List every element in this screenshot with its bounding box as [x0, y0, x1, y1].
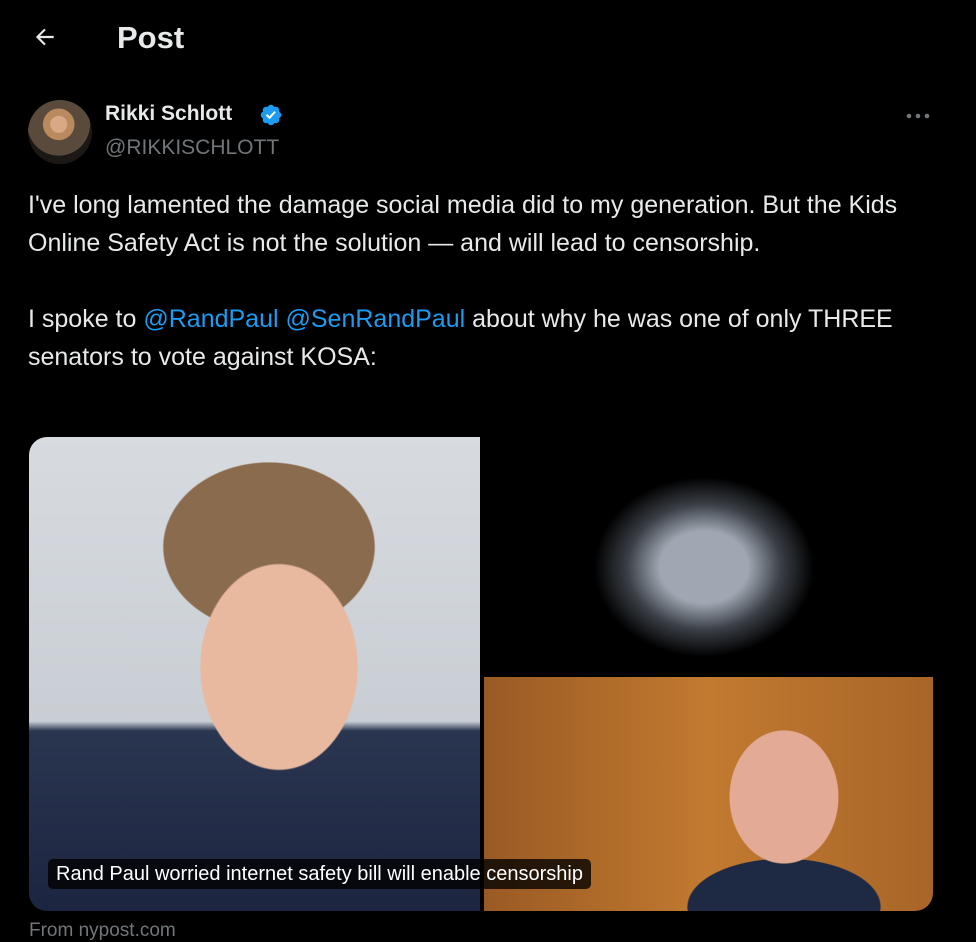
link-card-caption: Rand Paul worried internet safety bill w…	[48, 859, 591, 889]
avatar[interactable]	[28, 100, 92, 164]
link-card-media[interactable]: Rand Paul worried internet safety bill w…	[29, 437, 933, 911]
top-bar: Post	[0, 0, 976, 78]
page-title: Post	[117, 20, 185, 55]
mention-randpaul[interactable]: @RandPaul	[143, 305, 278, 333]
author-handle[interactable]: @RIKKISCHLOTT	[105, 136, 279, 160]
author-name[interactable]: Rikki Schlott	[105, 102, 232, 126]
photo-girl-with-phone	[484, 437, 933, 673]
more-options-button[interactable]	[898, 104, 938, 128]
text-segment: I spoke to	[28, 305, 144, 333]
text-segment	[279, 305, 286, 333]
link-source[interactable]: From nypost.com	[29, 920, 176, 942]
mention-senrandpaul[interactable]: @SenRandPaul	[286, 305, 466, 333]
post-text: I've long lamented the damage social med…	[28, 186, 928, 376]
back-button[interactable]	[22, 14, 68, 60]
post-paragraph-1: I've long lamented the damage social med…	[28, 191, 898, 257]
arrow-left-icon	[35, 28, 54, 46]
more-horizontal-icon	[906, 113, 930, 119]
photo-rand-paul	[29, 437, 480, 911]
verified-badge-icon[interactable]	[259, 103, 283, 127]
post-paragraph-2: I spoke to @RandPaul @SenRandPaul about …	[28, 300, 928, 376]
